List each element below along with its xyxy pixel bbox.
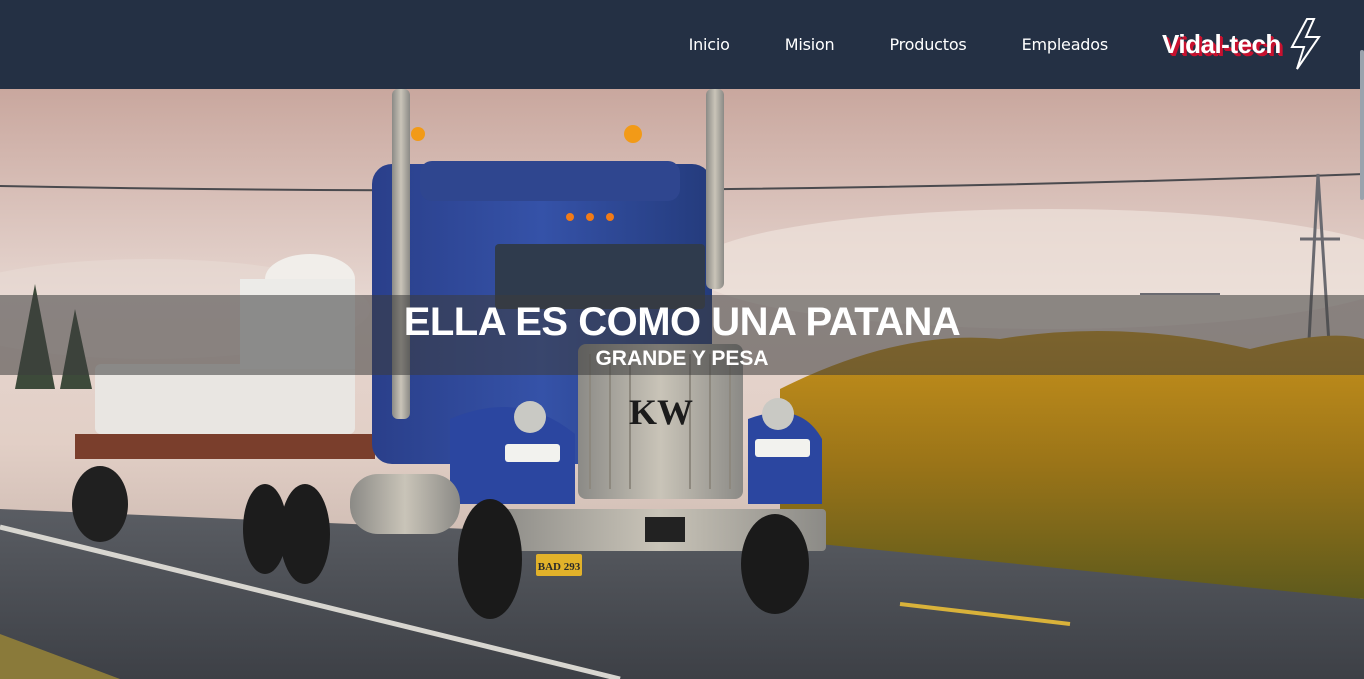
top-navbar: Inicio Mision Productos Empleados Vidal-… [0,0,1364,89]
nav-link-productos[interactable]: Productos [889,35,966,54]
nav-link-mision[interactable]: Mision [785,35,835,54]
nav-menu: Inicio Mision Productos Empleados [634,0,1109,89]
hero-section: KW BAD 293 [0,89,1364,679]
nav-link-inicio[interactable]: Inicio [689,35,730,54]
brand-logo[interactable]: Vidal-tech [1162,16,1323,72]
lightning-bolt-icon [1290,18,1321,70]
hero-title: ELLA ES COMO UNA PATANA [403,300,961,344]
license-plate: BAD 293 [538,561,581,573]
truck-on-highway-photo: KW BAD 293 [0,89,1364,679]
truck-badge: KW [629,392,693,432]
brand-name: Vidal-tech [1162,28,1281,59]
page-scrollbar[interactable] [1360,50,1364,200]
hero-subtitle: GRANDE Y PESA [595,347,769,370]
nav-link-empleados[interactable]: Empleados [1022,35,1109,54]
